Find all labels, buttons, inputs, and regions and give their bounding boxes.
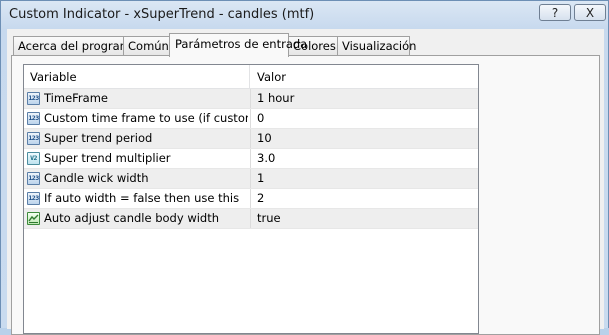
variable-name: Super trend multiplier: [44, 151, 171, 165]
variable-value[interactable]: 1 hour: [257, 89, 475, 108]
table-row[interactable]: 123 Candle wick width 1: [24, 169, 478, 189]
integer-icon: 123: [27, 112, 40, 125]
integer-icon: 123: [27, 172, 40, 185]
table-row[interactable]: 123 Super trend period 10: [24, 129, 478, 149]
integer-icon: 123: [27, 92, 40, 105]
table-row[interactable]: V2 Super trend multiplier 3.0: [24, 149, 478, 169]
tab-about[interactable]: Acerca del programa: [13, 36, 138, 56]
boolean-icon: [27, 212, 40, 225]
tab-visualization[interactable]: Visualización: [337, 36, 416, 56]
close-icon: X: [585, 5, 595, 20]
double-icon: V2: [27, 152, 40, 165]
table-row[interactable]: 123 TimeFrame 1 hour: [24, 89, 478, 109]
dialog-client-area: Acerca del programa Común Parámetros de …: [7, 29, 604, 335]
tab-panel-input-parameters: Variable Valor 123 TimeFrame 1 hour 123 …: [11, 55, 600, 335]
variable-value[interactable]: 2: [257, 189, 475, 208]
variable-value[interactable]: 10: [257, 129, 475, 148]
variable-name: TimeFrame: [44, 91, 108, 105]
integer-icon: 123: [27, 192, 40, 205]
help-button[interactable]: ?: [539, 4, 571, 21]
window-title: Custom Indicator - xSuperTrend - candles…: [9, 7, 315, 22]
variable-name: Candle wick width: [44, 171, 149, 185]
variable-value[interactable]: 0: [257, 109, 475, 128]
column-header-value[interactable]: Valor: [250, 65, 478, 88]
variable-name: Super trend period: [44, 131, 153, 145]
parameters-grid: Variable Valor 123 TimeFrame 1 hour 123 …: [23, 64, 479, 334]
title-bar[interactable]: Custom Indicator - xSuperTrend - candles…: [1, 1, 608, 29]
variable-name: Custom time frame to use (if custom time…: [44, 111, 248, 125]
table-row[interactable]: 123 If auto width = false then use this …: [24, 189, 478, 209]
tab-common[interactable]: Común: [123, 36, 170, 56]
help-icon: ?: [551, 5, 559, 20]
variable-name: Auto adjust candle body width: [44, 211, 220, 225]
table-row[interactable]: 123 Custom time frame to use (if custom …: [24, 109, 478, 129]
close-button[interactable]: X: [574, 4, 606, 21]
variable-value[interactable]: true: [257, 209, 475, 228]
variable-value[interactable]: 1: [257, 169, 475, 188]
integer-icon: 123: [27, 132, 40, 145]
variable-value[interactable]: 3.0: [257, 149, 475, 168]
table-row[interactable]: Auto adjust candle body width true: [24, 209, 478, 229]
variable-name: If auto width = false then use this: [44, 191, 240, 205]
tab-input-parameters[interactable]: Parámetros de entrada: [169, 33, 307, 57]
grid-header: Variable Valor: [24, 65, 478, 89]
column-header-variable[interactable]: Variable: [24, 65, 250, 88]
dialog-window: Custom Indicator - xSuperTrend - candles…: [0, 0, 609, 335]
